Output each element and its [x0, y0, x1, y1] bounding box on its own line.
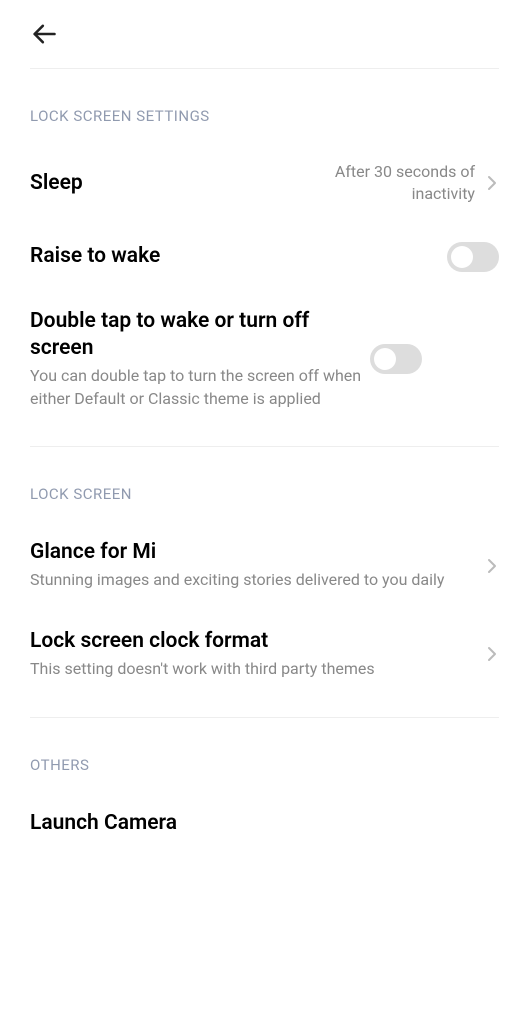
setting-raise-to-wake-title: Raise to wake	[30, 243, 447, 270]
section-header-others: OTHERS	[0, 718, 529, 792]
chevron-right-icon	[485, 559, 499, 573]
setting-launch-camera-title: Launch Camera	[30, 810, 499, 837]
setting-double-tap-subtitle: You can double tap to turn the screen of…	[30, 365, 370, 410]
setting-glance[interactable]: Glance for Mi Stunning images and exciti…	[0, 521, 529, 610]
setting-launch-camera[interactable]: Launch Camera	[0, 792, 529, 855]
setting-clock-format-subtitle: This setting doesn't work with third par…	[30, 658, 485, 680]
chevron-right-icon	[485, 176, 499, 190]
toggle-raise-to-wake[interactable]	[447, 242, 499, 272]
toggle-knob	[374, 348, 396, 370]
setting-sleep[interactable]: Sleep After 30 seconds of inactivity	[0, 143, 529, 224]
setting-double-tap-title: Double tap to wake or turn off screen	[30, 308, 370, 363]
toggle-double-tap[interactable]	[370, 344, 422, 374]
setting-glance-subtitle: Stunning images and exciting stories del…	[30, 569, 485, 591]
setting-clock-format[interactable]: Lock screen clock format This setting do…	[0, 610, 529, 699]
section-header-lock-screen-settings: LOCK SCREEN SETTINGS	[0, 69, 529, 143]
setting-double-tap[interactable]: Double tap to wake or turn off screen Yo…	[0, 290, 529, 428]
setting-sleep-value: After 30 seconds of inactivity	[295, 161, 475, 206]
setting-clock-format-title: Lock screen clock format	[30, 628, 485, 655]
toggle-knob	[451, 246, 473, 268]
back-button[interactable]	[30, 20, 58, 48]
setting-sleep-title: Sleep	[30, 170, 295, 197]
section-header-lock-screen: LOCK SCREEN	[0, 447, 529, 521]
setting-raise-to-wake[interactable]: Raise to wake	[0, 224, 529, 290]
chevron-right-icon	[485, 647, 499, 661]
setting-glance-title: Glance for Mi	[30, 539, 485, 566]
